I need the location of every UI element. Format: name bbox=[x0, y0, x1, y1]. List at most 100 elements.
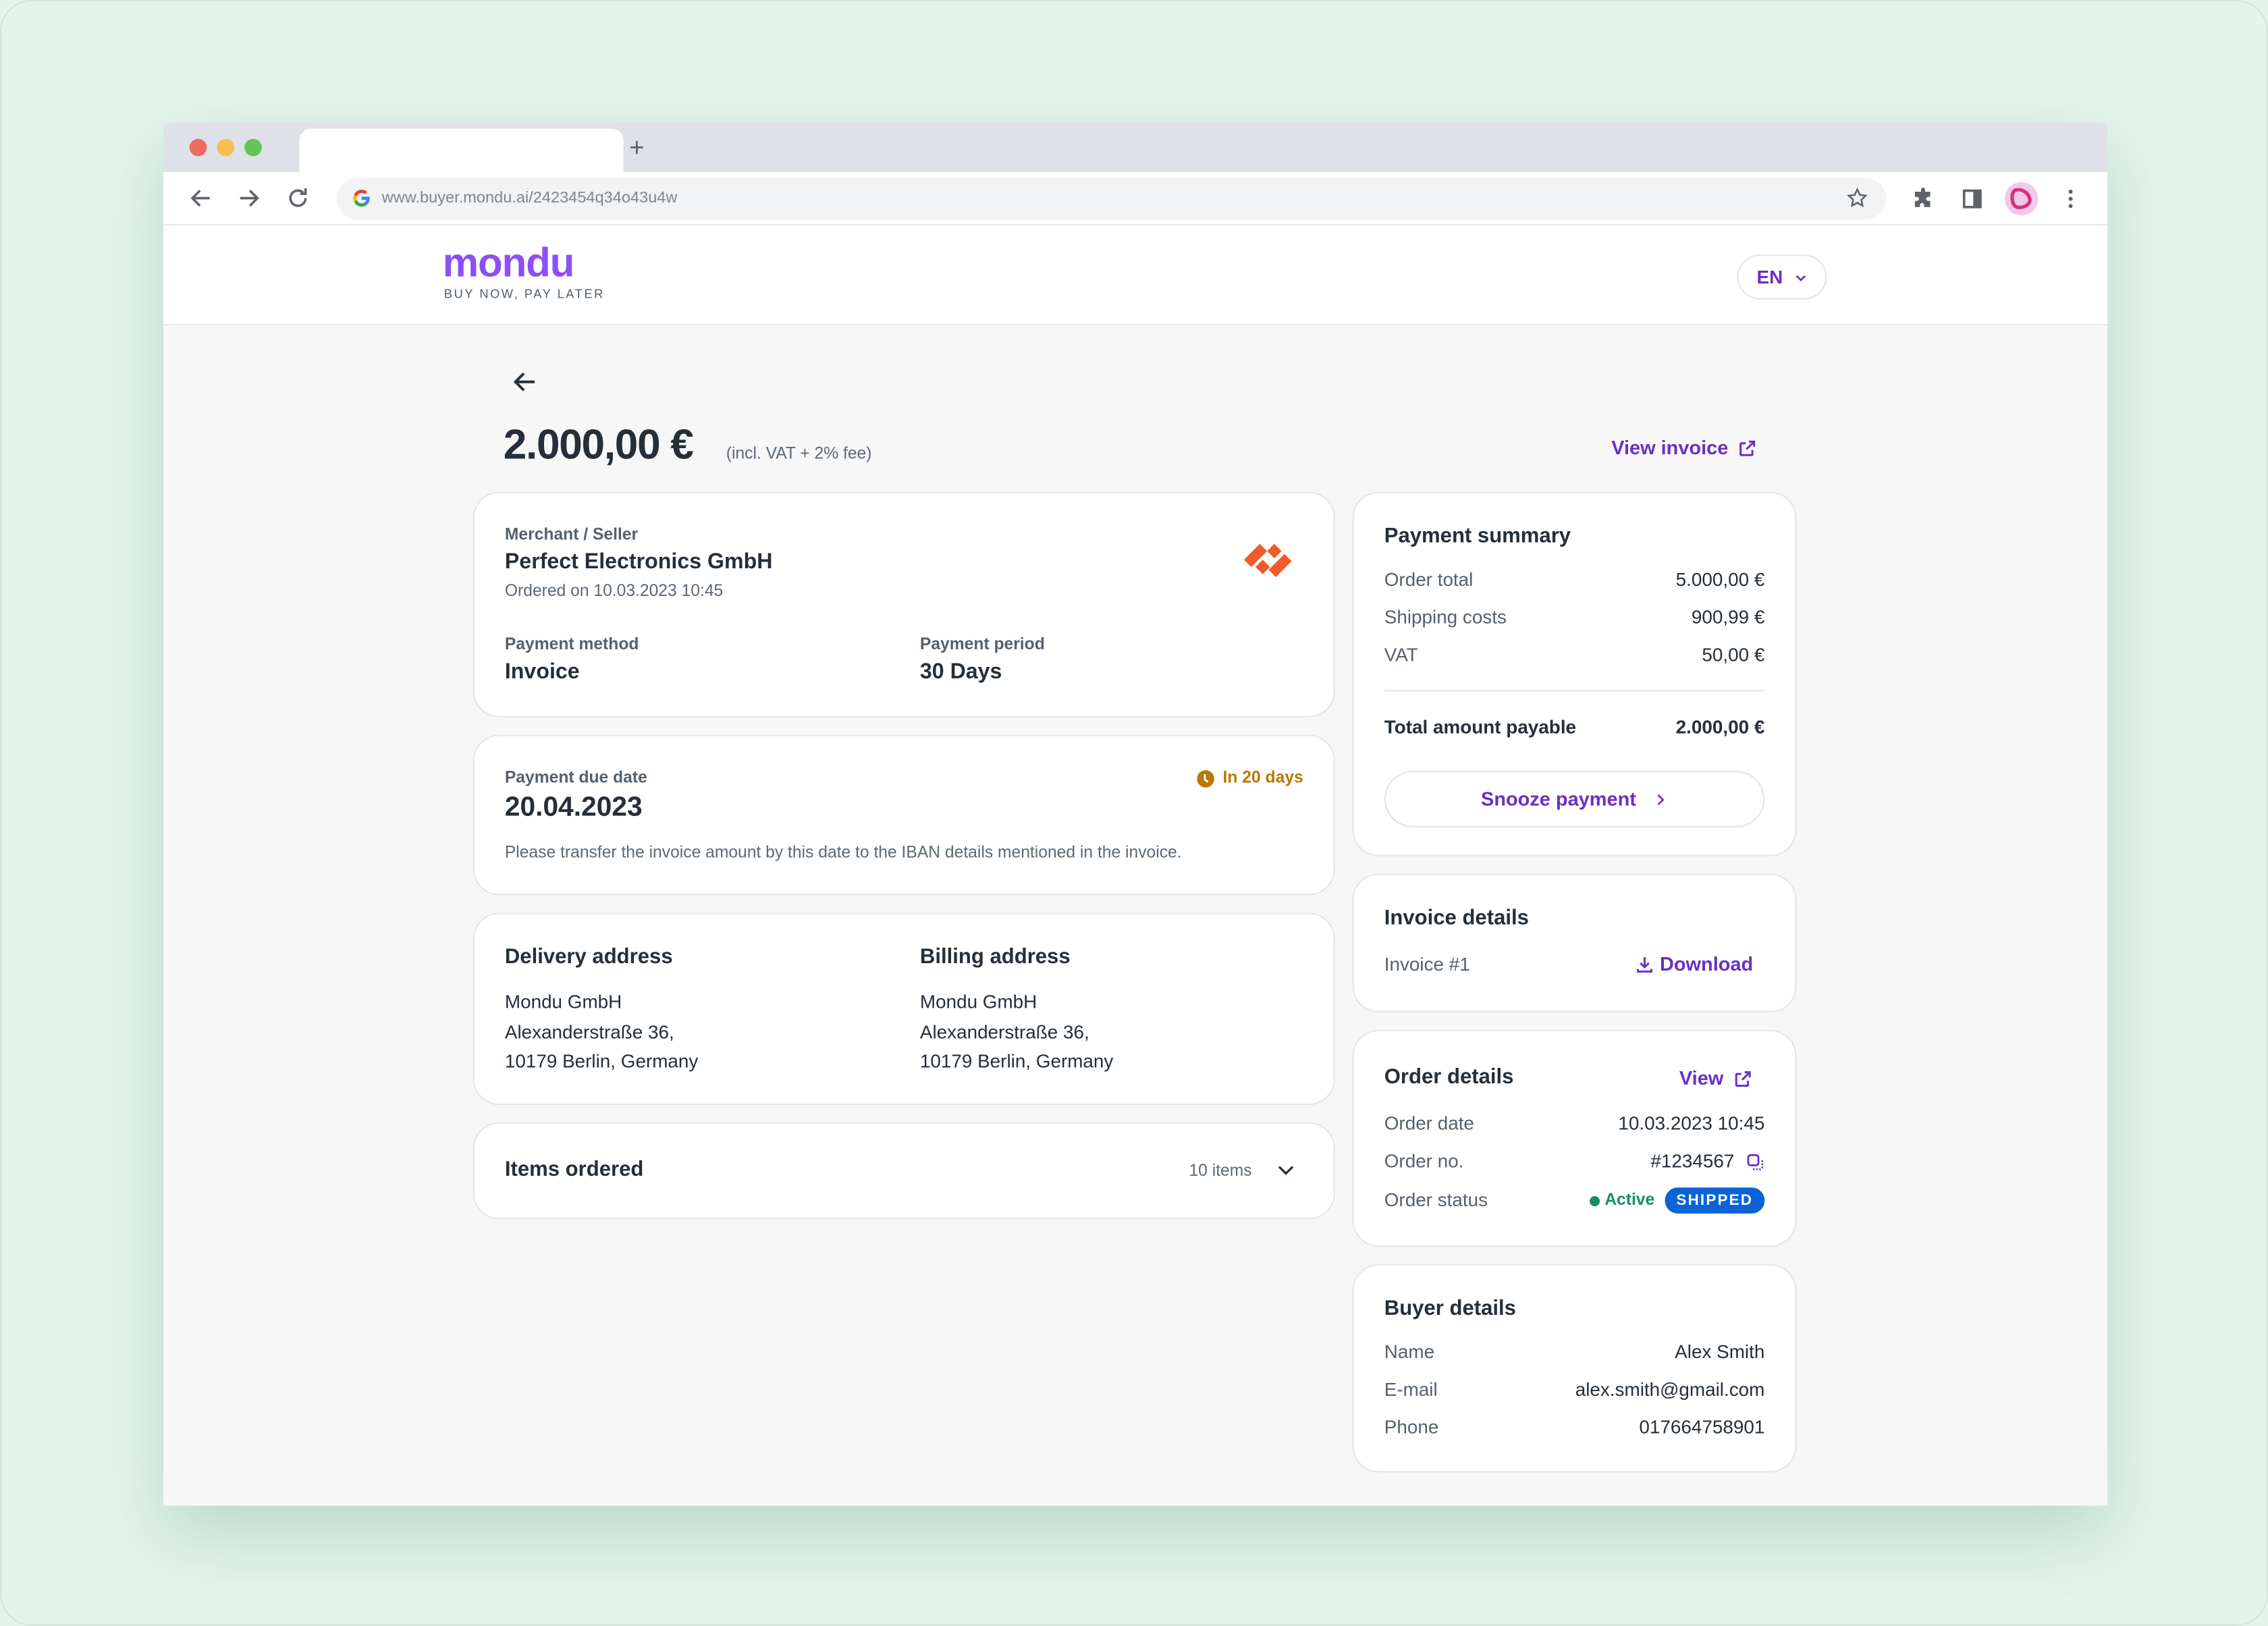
due-date-value: 20.04.2023 bbox=[504, 792, 643, 823]
address-card: Delivery address Mondu GmbH Alexanderstr… bbox=[473, 913, 1335, 1106]
payment-method-label: Payment method bbox=[504, 636, 639, 654]
buyer-row: Name Alex Smith bbox=[1384, 1340, 1765, 1363]
buyer-phone-value: 017664758901 bbox=[1639, 1415, 1765, 1438]
expand-chevron-icon[interactable] bbox=[1276, 1160, 1296, 1181]
chevron-down-icon bbox=[1795, 274, 1806, 281]
status-dot bbox=[1590, 1195, 1600, 1206]
download-label: Download bbox=[1659, 953, 1754, 975]
buyer-name-value: Alex Smith bbox=[1675, 1340, 1765, 1363]
language-selector[interactable]: EN bbox=[1737, 254, 1827, 300]
billing-address-line: Mondu GmbH bbox=[919, 990, 1037, 1013]
summary-row-label: Order total bbox=[1384, 568, 1474, 591]
due-date-label: Payment due date bbox=[504, 769, 647, 787]
billing-address-title: Billing address bbox=[919, 946, 1071, 969]
download-invoice-button[interactable]: Download bbox=[1634, 953, 1753, 976]
delivery-address-title: Delivery address bbox=[504, 946, 673, 969]
delivery-address-line: Alexanderstraße 36, bbox=[504, 1020, 674, 1042]
tab-bar: + bbox=[163, 123, 2108, 173]
due-countdown-badge: In 20 days bbox=[1197, 768, 1303, 788]
view-invoice-link[interactable]: View invoice bbox=[1611, 437, 1757, 458]
summary-row-value: 900,99 € bbox=[1691, 605, 1765, 628]
payment-summary-card: Payment summary Order total 5.000,00 € Sh… bbox=[1352, 491, 1797, 857]
forward-arrow-icon[interactable] bbox=[236, 185, 262, 211]
total-label: Total amount payable bbox=[1384, 715, 1577, 738]
buyer-row: E-mail alex.smith@gmail.com bbox=[1384, 1378, 1765, 1401]
reload-icon[interactable] bbox=[285, 185, 311, 211]
buyer-email-value: alex.smith@gmail.com bbox=[1575, 1378, 1765, 1401]
billing-address: Mondu GmbH Alexanderstraße 36, 10179 Ber… bbox=[920, 988, 1113, 1077]
view-invoice-label: View invoice bbox=[1611, 437, 1729, 459]
summary-row-label: Shipping costs bbox=[1384, 605, 1507, 628]
items-ordered-title: Items ordered bbox=[504, 1158, 644, 1182]
buyer-row-label: E-mail bbox=[1384, 1378, 1438, 1401]
summary-row: VAT 50,00 € bbox=[1384, 644, 1765, 667]
logo-tagline: BUY NOW, PAY LATER bbox=[443, 286, 605, 301]
bookmark-star-icon[interactable] bbox=[1845, 186, 1868, 209]
countdown-text: In 20 days bbox=[1222, 769, 1303, 787]
summary-row-label: VAT bbox=[1384, 643, 1418, 666]
buyer-row-label: Name bbox=[1384, 1340, 1435, 1363]
payable-amount: 2.000,00 € bbox=[503, 422, 694, 469]
due-note: Please transfer the invoice amount by th… bbox=[504, 844, 1182, 863]
invoice-row: Invoice #1 Download bbox=[1384, 953, 1753, 976]
merchant-card: Merchant / Seller Perfect Electronics Gm… bbox=[473, 491, 1335, 717]
extensions-puzzle-icon[interactable] bbox=[1911, 186, 1935, 211]
new-tab-button[interactable]: + bbox=[629, 133, 645, 162]
billing-address-line: 10179 Berlin, Germany bbox=[919, 1050, 1114, 1072]
items-ordered-card[interactable]: Items ordered 10 items bbox=[473, 1122, 1335, 1220]
view-order-link[interactable]: View bbox=[1679, 1067, 1752, 1089]
mondu-logo[interactable]: mondu bbox=[443, 240, 575, 287]
summary-row: Order total 5.000,00 € bbox=[1384, 568, 1765, 591]
invoice-label: Invoice #1 bbox=[1384, 953, 1470, 975]
amount-note: (incl. VAT + 2% fee) bbox=[726, 445, 872, 463]
order-row-label: Order status bbox=[1384, 1189, 1488, 1211]
active-status: Active bbox=[1590, 1189, 1654, 1212]
summary-row-value: 5.000,00 € bbox=[1675, 568, 1765, 591]
copy-icon[interactable] bbox=[1746, 1152, 1764, 1171]
browser-tab-active[interactable] bbox=[299, 128, 624, 173]
summary-divider bbox=[1384, 690, 1765, 692]
summary-row-value: 50,00 € bbox=[1702, 643, 1765, 666]
browser-menu-icon[interactable] bbox=[2058, 186, 2082, 211]
order-row-label: Order date bbox=[1384, 1112, 1474, 1135]
summary-row: Shipping costs 900,99 € bbox=[1384, 606, 1765, 629]
back-arrow-icon[interactable] bbox=[188, 185, 215, 211]
close-window-button[interactable] bbox=[189, 138, 207, 157]
external-link-icon bbox=[1739, 439, 1755, 456]
site-header: mondu BUY NOW, PAY LATER EN bbox=[163, 225, 2108, 326]
address-bar[interactable]: www.buyer.mondu.ai/2423454q34o43u4w bbox=[337, 178, 1887, 220]
buyer-details-card: Buyer details Name Alex Smith E-mail alex.… bbox=[1352, 1264, 1797, 1473]
page-content: mondu BUY NOW, PAY LATER EN 2.000,00 € (… bbox=[163, 225, 2108, 1506]
payment-summary-title: Payment summary bbox=[1384, 524, 1571, 549]
view-order-label: View bbox=[1679, 1067, 1724, 1089]
shipped-badge: SHIPPED bbox=[1665, 1187, 1765, 1214]
merchant-name: Perfect Electronics GmbH bbox=[504, 549, 773, 574]
profile-picture-icon bbox=[2010, 188, 2032, 209]
buyer-details-title: Buyer details bbox=[1384, 1297, 1516, 1321]
profile-avatar[interactable] bbox=[2005, 182, 2039, 216]
language-label: EN bbox=[1756, 266, 1783, 288]
snooze-label: Snooze payment bbox=[1481, 788, 1636, 811]
browser-window: + www.buyer.mondu.ai/2423454q34o43u4w mo… bbox=[163, 123, 2108, 1506]
ordered-on: Ordered on 10.03.2023 10:45 bbox=[504, 582, 724, 601]
order-number-value: #1234567 bbox=[1650, 1149, 1735, 1172]
maximize-window-button[interactable] bbox=[244, 138, 262, 157]
payment-method-value: Invoice bbox=[504, 659, 580, 684]
invoice-details-card: Invoice details Invoice #1 Download bbox=[1352, 873, 1797, 1013]
snooze-payment-button[interactable]: Snooze payment bbox=[1384, 771, 1765, 828]
minimize-window-button[interactable] bbox=[217, 138, 235, 157]
payment-period-value: 30 Days bbox=[919, 659, 1002, 684]
order-date-value: 10.03.2023 10:45 bbox=[1618, 1112, 1765, 1135]
clock-icon bbox=[1197, 769, 1215, 787]
active-status-label: Active bbox=[1604, 1191, 1655, 1210]
side-panel-icon[interactable] bbox=[1960, 186, 1985, 211]
buyer-row: Phone 017664758901 bbox=[1384, 1416, 1765, 1439]
payment-due-card: Payment due date 20.04.2023 In 20 days P… bbox=[473, 734, 1335, 896]
invoice-details-title: Invoice details bbox=[1384, 906, 1529, 930]
billing-address-line: Alexanderstraße 36, bbox=[919, 1020, 1089, 1042]
order-row: Order no. #1234567 bbox=[1384, 1150, 1765, 1173]
back-button[interactable] bbox=[510, 367, 539, 396]
download-icon bbox=[1636, 957, 1652, 973]
delivery-address-line: 10179 Berlin, Germany bbox=[504, 1050, 699, 1072]
url-text: www.buyer.mondu.ai/2423454q34o43u4w bbox=[381, 189, 678, 207]
